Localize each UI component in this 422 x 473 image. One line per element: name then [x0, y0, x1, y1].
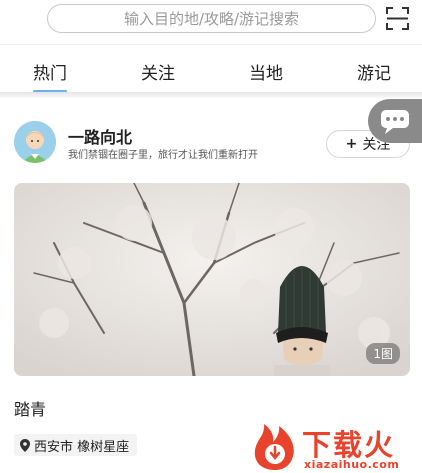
- location-tag[interactable]: 西安市 橡树星座: [14, 434, 138, 456]
- tab-travel-notes[interactable]: 游记: [357, 59, 391, 84]
- flame-logo-icon: [254, 424, 294, 470]
- post-photo[interactable]: 1图: [14, 183, 410, 376]
- post-header: 一路向北 我们禁锢在圈子里，旅行才让我们重新打开 + 关注: [0, 98, 422, 182]
- plus-icon: +: [345, 136, 358, 152]
- tab-bar: 热门 关注 当地 游记: [0, 44, 422, 93]
- user-signature: 我们禁锢在圈子里，旅行才让我们重新打开: [68, 150, 258, 161]
- post-title[interactable]: 踏青: [14, 396, 46, 420]
- image-count-badge: 1图: [366, 343, 400, 364]
- search-placeholder: 输入目的地/攻略/游记搜索: [123, 10, 300, 28]
- watermark-subtitle: xiazaihuo.com: [304, 458, 400, 471]
- scan-icon[interactable]: [385, 6, 410, 31]
- search-input[interactable]: 输入目的地/攻略/游记搜索: [47, 4, 376, 33]
- cherry-blossom-photo: [14, 183, 410, 376]
- username[interactable]: 一路向北: [68, 124, 132, 148]
- tab-following[interactable]: 关注: [141, 59, 175, 84]
- tab-local[interactable]: 当地: [249, 59, 283, 84]
- location-label: 西安市 橡树星座: [34, 439, 130, 455]
- chat-bubble-icon: [381, 110, 409, 134]
- top-bar: 输入目的地/攻略/游记搜索: [0, 0, 422, 44]
- avatar[interactable]: [14, 121, 56, 163]
- watermark-logo: 下载火 xiazaihuo.com: [248, 418, 420, 473]
- tab-hot[interactable]: 热门: [33, 59, 67, 84]
- chat-float-button[interactable]: [368, 99, 422, 143]
- location-pin-icon: [20, 438, 30, 452]
